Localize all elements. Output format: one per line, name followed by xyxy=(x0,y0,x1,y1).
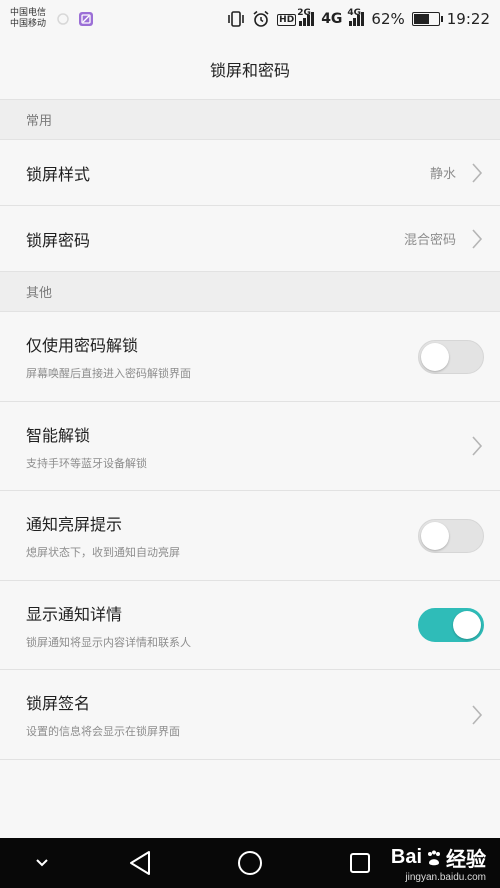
notify-wake-title: 通知亮屏提示 xyxy=(26,515,123,534)
battery-percent: 62% xyxy=(371,10,405,28)
section-label-other: 其他 xyxy=(26,286,53,301)
nav-recents-button[interactable] xyxy=(338,838,382,888)
lock-signature-subtitle: 设置的信息将会显示在锁屏界面 xyxy=(26,725,180,738)
smart-unlock-subtitle: 支持手环等蓝牙设备解锁 xyxy=(26,456,147,470)
chevron-right-icon xyxy=(472,228,483,249)
vibrate-icon xyxy=(228,11,244,27)
section-label-common: 常用 xyxy=(26,114,53,129)
watermark-brand-right: 经验 xyxy=(446,849,486,871)
lock-signature-row[interactable]: 锁屏签名 设置的信息将会显示在锁屏界面 xyxy=(0,670,500,760)
status-bar: 中国电信 中国移动 HD 2G 4G 4G 62% 19:22 xyxy=(0,0,500,38)
carrier-labels: 中国电信 中国移动 xyxy=(10,8,46,30)
back-triangle-icon xyxy=(130,851,150,875)
lock-style-title: 锁屏样式 xyxy=(26,164,91,184)
hd-signal-icon: HD 2G xyxy=(277,8,315,26)
notify-wake-subtitle: 熄屏状态下，收到通知自动亮屏 xyxy=(26,546,180,559)
password-only-toggle[interactable] xyxy=(418,339,484,374)
password-only-row[interactable]: 仅使用密码解锁 屏幕唤醒后直接进入密码解锁界面 xyxy=(0,312,500,402)
smart-unlock-row[interactable]: 智能解锁 支持手环等蓝牙设备解锁 xyxy=(0,402,500,491)
lock-password-row[interactable]: 锁屏密码 混合密码 xyxy=(0,206,500,272)
password-only-title: 仅使用密码解锁 xyxy=(26,336,139,355)
watermark-url: jingyan.baidu.com xyxy=(405,872,486,883)
notify-wake-row[interactable]: 通知亮屏提示 熄屏状态下，收到通知自动亮屏 xyxy=(0,491,500,581)
notification-dot-icon xyxy=(57,13,69,25)
signal-4g-icon: 4G xyxy=(347,8,365,26)
chevron-right-icon xyxy=(472,704,483,725)
nav-back-button[interactable] xyxy=(118,838,162,888)
toggle-knob xyxy=(453,611,481,639)
baidu-jingyan-watermark: Bai 经验 jingyan.baidu.com xyxy=(391,838,486,888)
notify-details-title: 显示通知详情 xyxy=(26,604,123,624)
carrier-2: 中国移动 xyxy=(10,19,47,29)
title-bar: 锁屏和密码 xyxy=(0,38,500,100)
toggle-knob xyxy=(421,342,449,371)
recents-square-icon xyxy=(350,853,370,873)
status-time: 19:22 xyxy=(446,10,490,28)
toggle-knob xyxy=(421,521,449,550)
chevron-right-icon xyxy=(472,436,483,456)
net-label-3: 4G xyxy=(347,8,362,18)
notify-wake-toggle[interactable] xyxy=(418,518,484,553)
alarm-icon xyxy=(253,10,269,27)
paw-logo-icon xyxy=(428,850,440,865)
smart-unlock-title: 智能解锁 xyxy=(26,425,91,445)
hd-label: HD xyxy=(277,14,297,26)
lock-style-value: 静水 xyxy=(429,167,456,182)
watermark-brand-left: Bai xyxy=(390,846,422,868)
lock-password-value: 混合密码 xyxy=(403,233,456,248)
notify-details-subtitle: 锁屏通知将显示内容详情和联系人 xyxy=(26,635,191,649)
lock-password-title: 锁屏密码 xyxy=(26,230,91,250)
section-header-other: 其他 xyxy=(0,272,500,312)
nav-home-button[interactable] xyxy=(228,838,272,888)
nav-hide-button[interactable] xyxy=(20,838,64,888)
lock-signature-title: 锁屏签名 xyxy=(26,694,91,713)
notify-details-row[interactable]: 显示通知详情 锁屏通知将显示内容详情和联系人 xyxy=(0,581,500,670)
chevron-down-icon xyxy=(36,859,48,867)
app-notification-icon xyxy=(79,12,94,26)
chevron-right-icon xyxy=(472,162,483,183)
net-label-2: 4G xyxy=(321,11,343,27)
battery-icon xyxy=(411,12,443,26)
net-label-1: 2G xyxy=(297,8,311,18)
carrier-1: 中国电信 xyxy=(10,8,47,18)
page-title: 锁屏和密码 xyxy=(209,60,290,80)
section-header-common: 常用 xyxy=(0,100,500,140)
lock-style-row[interactable]: 锁屏样式 静水 xyxy=(0,140,500,206)
password-only-subtitle: 屏幕唤醒后直接进入密码解锁界面 xyxy=(26,367,191,380)
home-circle-icon xyxy=(238,851,262,875)
notify-details-toggle[interactable] xyxy=(418,608,484,642)
